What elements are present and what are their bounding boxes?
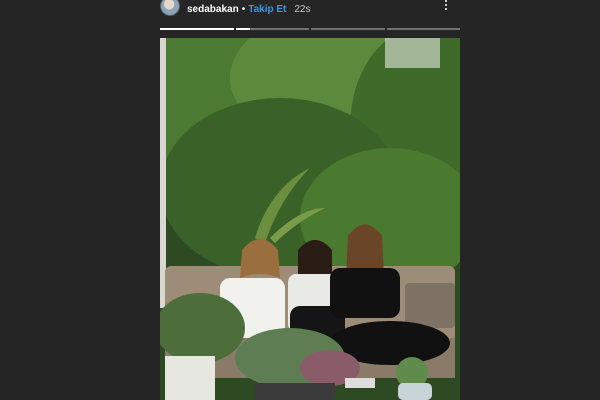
more-options-icon[interactable]: [440, 0, 452, 12]
username[interactable]: sedabakan: [187, 4, 239, 15]
progress-segment: [386, 28, 460, 30]
progress-fill: [160, 28, 234, 30]
photo-illustration: [160, 38, 460, 400]
timestamp: 22s: [294, 3, 311, 15]
follow-button[interactable]: Takip Et: [248, 4, 286, 15]
separator: •: [241, 3, 246, 15]
dot: [445, 4, 447, 6]
progress-fill: [235, 28, 251, 30]
story-photo[interactable]: [160, 38, 460, 400]
progress-segment: [311, 28, 385, 30]
avatar[interactable]: [160, 0, 180, 16]
progress-segment: [235, 28, 309, 30]
story-header: sedabakan • Takip Et 22s: [160, 0, 460, 18]
dot: [445, 0, 447, 2]
story-progress: [160, 28, 460, 30]
dot: [445, 8, 447, 10]
progress-segment: [160, 28, 234, 30]
